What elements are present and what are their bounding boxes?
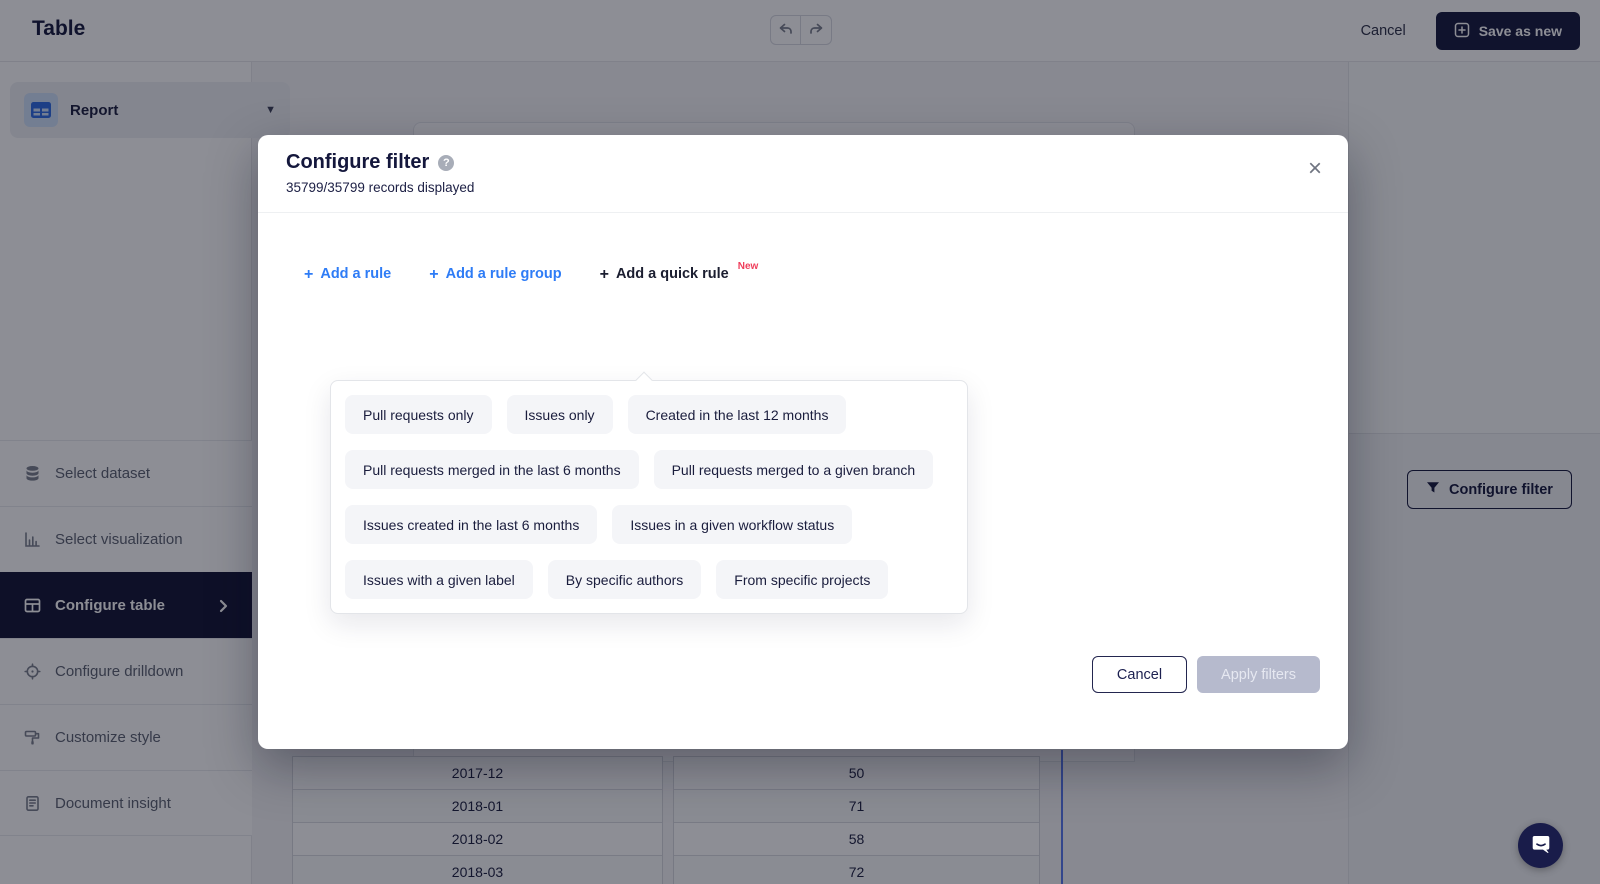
rule-actions-row: + Add a rule + Add a rule group + Add a …: [258, 213, 1348, 284]
quick-rules-popover: Pull requests only Issues only Created i…: [330, 380, 968, 614]
quick-rule-chip[interactable]: Created in the last 12 months: [628, 395, 847, 434]
quick-rule-chip[interactable]: Pull requests only: [345, 395, 492, 434]
plus-icon: +: [429, 266, 438, 284]
apply-filters-button[interactable]: Apply filters: [1197, 656, 1320, 693]
configure-filter-modal: Configure filter ? 35799/35799 records d…: [258, 135, 1348, 749]
help-icon[interactable]: ?: [438, 155, 454, 171]
quick-rule-row: Issues with a given label By specific au…: [345, 560, 953, 599]
quick-rule-row: Pull requests only Issues only Created i…: [345, 395, 953, 434]
add-rule-group-label: Add a rule group: [446, 266, 562, 282]
quick-rule-chip[interactable]: Issues with a given label: [345, 560, 533, 599]
quick-rule-chip[interactable]: Issues only: [507, 395, 613, 434]
add-rule-button[interactable]: + Add a rule: [304, 266, 391, 284]
chat-launcher-button[interactable]: [1518, 823, 1563, 868]
plus-icon: +: [304, 266, 313, 284]
quick-rule-chip[interactable]: From specific projects: [716, 560, 888, 599]
chat-bubble-icon: [1530, 833, 1552, 858]
close-icon[interactable]: ×: [1308, 157, 1322, 181]
plus-icon: +: [600, 266, 609, 284]
quick-rule-row: Pull requests merged in the last 6 month…: [345, 450, 953, 489]
quick-rule-chip[interactable]: Pull requests merged to a given branch: [654, 450, 934, 489]
quick-rule-chip[interactable]: Issues created in the last 6 months: [345, 505, 597, 544]
quick-rule-row: Issues created in the last 6 months Issu…: [345, 505, 953, 544]
new-badge: New: [738, 261, 759, 272]
quick-rule-chip[interactable]: Pull requests merged in the last 6 month…: [345, 450, 639, 489]
modal-cancel-button[interactable]: Cancel: [1092, 656, 1187, 693]
modal-header: Configure filter ? 35799/35799 records d…: [258, 135, 1348, 213]
add-rule-group-button[interactable]: + Add a rule group: [429, 266, 561, 284]
add-rule-label: Add a rule: [320, 266, 391, 282]
modal-footer: Cancel Apply filters: [1092, 656, 1320, 693]
records-displayed-text: 35799/35799 records displayed: [286, 180, 1320, 195]
add-quick-rule-label: Add a quick rule: [616, 266, 729, 282]
quick-rule-chip[interactable]: By specific authors: [548, 560, 702, 599]
popover-notch: [636, 372, 653, 389]
modal-body: + Add a rule + Add a rule group + Add a …: [258, 213, 1348, 721]
add-quick-rule-button[interactable]: + Add a quick rule New: [600, 266, 759, 284]
modal-title: Configure filter: [286, 151, 429, 174]
quick-rule-chip[interactable]: Issues in a given workflow status: [612, 505, 852, 544]
app-root: 2017-12 2018-01 2018-02 2018-03 50 71 58…: [0, 0, 1600, 884]
